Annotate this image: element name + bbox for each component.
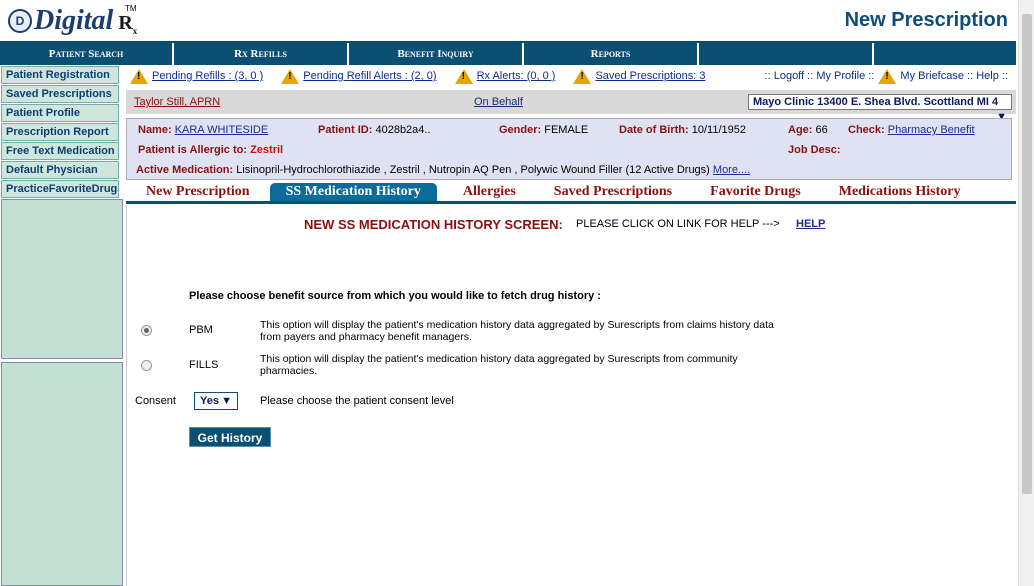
job-desc-label: Job Desc: xyxy=(788,144,841,156)
help-link[interactable]: HELP xyxy=(796,218,825,230)
left-sidebar: Patient Registration Saved Prescriptions… xyxy=(0,66,124,586)
tab-new-prescription[interactable]: New Prescription xyxy=(126,183,270,201)
allergic-label: Patient is Allergic to: xyxy=(138,144,248,156)
pbm-radio[interactable] xyxy=(141,325,152,336)
sidebar-item-patient-profile[interactable]: Patient Profile xyxy=(1,104,119,122)
pending-refills-link[interactable]: Pending Refills : (3, 0 ) xyxy=(152,70,263,82)
sidebar-panel-lower xyxy=(1,362,123,586)
nav-rx-refills[interactable]: Rx Refills xyxy=(174,43,349,65)
nav-benefit-inquiry[interactable]: Benefit Inquiry xyxy=(349,43,524,65)
pharmacy-benefit-link[interactable]: Pharmacy Benefit xyxy=(888,124,975,136)
briefcase-help-links[interactable]: My Briefcase :: Help :: xyxy=(900,70,1008,82)
fills-description: This option will display the patient's m… xyxy=(260,353,738,377)
tab-allergies[interactable]: Allergies xyxy=(437,183,542,201)
clinic-value: Mayo Clinic 13400 E. Shea Blvd. Scottlan… xyxy=(753,96,999,108)
page-scrollbar[interactable] xyxy=(1018,0,1034,586)
logo-text: Digital xyxy=(34,5,114,36)
fills-radio[interactable] xyxy=(141,360,152,371)
consent-select[interactable]: Yes ▼ xyxy=(194,392,238,410)
sidebar-item-default-physician[interactable]: Default Physician xyxy=(1,161,119,179)
sidebar-item-practice-favorite-drugs[interactable]: PracticeFavoriteDrugs xyxy=(1,180,119,198)
tab-saved-prescriptions[interactable]: Saved Prescriptions xyxy=(542,183,684,201)
provider-name-link[interactable]: Taylor Still, APRN xyxy=(134,96,474,108)
check-label: Check: xyxy=(848,124,885,136)
tab-medications-history[interactable]: Medications History xyxy=(827,183,973,201)
consent-note: Please choose the patient consent level xyxy=(260,395,454,407)
nav-empty-2 xyxy=(874,43,1016,65)
get-history-button[interactable]: Get History xyxy=(189,427,271,447)
pending-refill-alerts-link[interactable]: Pending Refill Alerts : (2, 0) xyxy=(303,70,436,82)
top-navigation: Patient Search Rx Refills Benefit Inquir… xyxy=(0,43,1016,65)
warning-icon xyxy=(281,68,300,84)
app-header: D Digital Rx TM New Prescription xyxy=(0,0,1016,43)
logo-trademark: TM xyxy=(125,4,137,13)
saved-prescriptions-link[interactable]: Saved Prescriptions: 3 xyxy=(595,70,705,82)
active-medication-value: Lisinopril-Hydrochlorothiazide , Zestril… xyxy=(236,164,710,176)
age-label: Age: xyxy=(788,124,813,136)
sidebar-panel-upper xyxy=(1,199,123,359)
rx-alerts-link[interactable]: Rx Alerts: (0, 0 ) xyxy=(477,70,556,82)
sidebar-item-prescription-report[interactable]: Prescription Report xyxy=(1,123,119,141)
patient-name-link[interactable]: KARA WHITESIDE xyxy=(175,124,269,136)
warning-icon xyxy=(878,68,897,84)
age-value: 66 xyxy=(815,124,828,136)
user-bar: Taylor Still, APRN On Behalf Mayo Clinic… xyxy=(126,90,1016,123)
nav-patient-search[interactable]: Patient Search xyxy=(0,43,174,65)
pbm-label: PBM xyxy=(189,324,213,336)
pbm-description: This option will display the patient's m… xyxy=(260,319,774,343)
main-content: NEW SS MEDICATION HISTORY SCREEN: PLEASE… xyxy=(126,205,1017,586)
patient-id-label: Patient ID: xyxy=(318,124,373,136)
tab-ss-medication-history[interactable]: SS Medication History xyxy=(269,183,437,201)
chevron-down-icon: ▼ xyxy=(221,395,232,407)
sidebar-item-saved-prescriptions[interactable]: Saved Prescriptions xyxy=(1,85,119,103)
dob-label: Date of Birth: xyxy=(619,124,689,136)
sidebar-item-patient-registration[interactable]: Patient Registration xyxy=(1,66,119,84)
logoff-profile-links[interactable]: :: Logoff :: My Profile :: xyxy=(765,70,875,82)
clinic-select[interactable]: Mayo Clinic 13400 E. Shea Blvd. Scottlan… xyxy=(748,94,1012,123)
warning-icon xyxy=(573,68,592,84)
help-note: PLEASE CLICK ON LINK FOR HELP ---> xyxy=(576,218,780,230)
gender-value: FEMALE xyxy=(544,124,589,136)
page-title: New Prescription xyxy=(844,9,1008,31)
on-behalf-link[interactable]: On Behalf xyxy=(474,96,734,108)
nav-empty-1 xyxy=(699,43,874,65)
sidebar-item-free-text-medication[interactable]: Free Text Medication xyxy=(1,142,119,160)
active-medication-label: Active Medication: xyxy=(136,164,234,176)
screen-title: NEW SS MEDICATION HISTORY SCREEN: xyxy=(304,217,563,232)
dob-value: 10/11/1952 xyxy=(691,124,746,136)
nav-reports[interactable]: Reports xyxy=(524,43,699,65)
logo-sub: x xyxy=(132,26,138,36)
more-medications-link[interactable]: More.... xyxy=(713,164,750,176)
digital-rx-logo: D Digital Rx TM xyxy=(8,4,138,36)
patient-id-value: 4028b2a4.. xyxy=(375,124,431,136)
tab-favorite-drugs[interactable]: Favorite Drugs xyxy=(684,183,827,201)
fills-label: FILLS xyxy=(189,359,219,371)
logo-emblem-icon: D xyxy=(8,9,32,33)
benefit-source-prompt: Please choose benefit source from which … xyxy=(189,290,601,302)
warning-icon xyxy=(454,68,473,84)
patient-info-panel: Name: KARA WHITESIDE Patient ID: 4028b2a… xyxy=(126,118,1012,180)
logo-r: R xyxy=(118,12,133,34)
allergy-value: Zestril xyxy=(250,144,284,156)
alerts-bar: Pending Refills : (3, 0 ) Pending Refill… xyxy=(126,66,1016,86)
name-label: Name: xyxy=(138,124,172,136)
tab-bar: New Prescription SS Medication History A… xyxy=(126,183,1016,204)
consent-value: Yes xyxy=(200,395,219,407)
scrollbar-thumb[interactable] xyxy=(1022,14,1032,494)
warning-icon xyxy=(130,68,148,84)
consent-label: Consent xyxy=(135,395,176,407)
gender-label: Gender: xyxy=(499,124,542,136)
